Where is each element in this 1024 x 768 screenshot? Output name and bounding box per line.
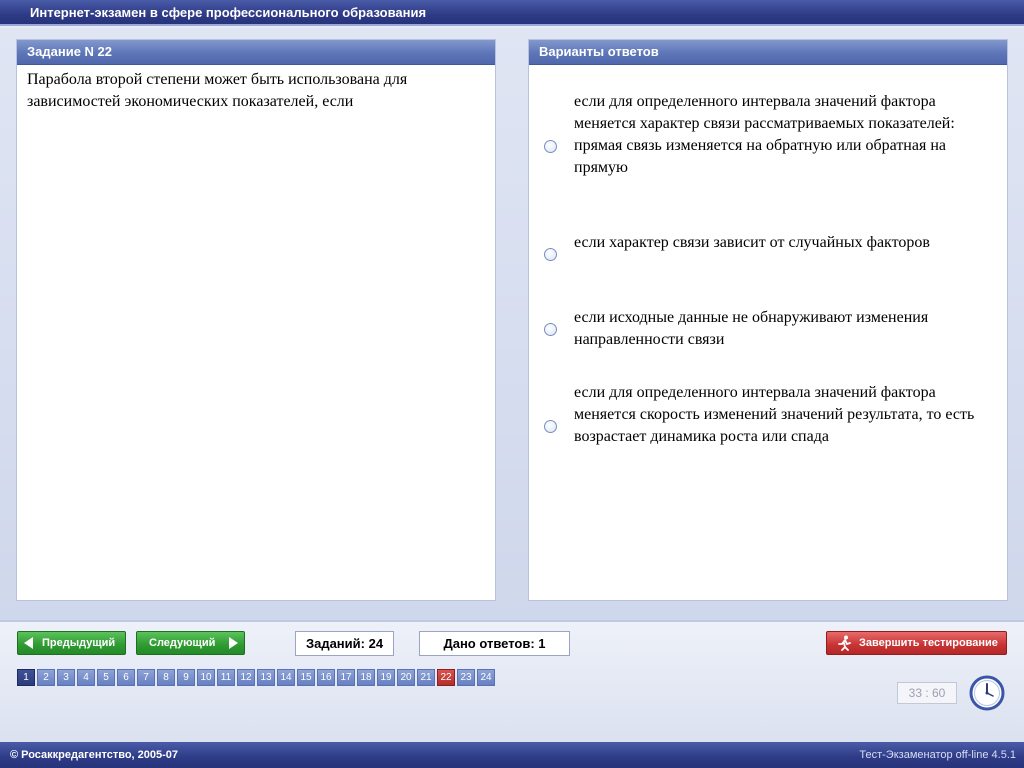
answers-header: Варианты ответов [529, 40, 1007, 65]
previous-button[interactable]: Предыдущий [17, 631, 126, 655]
page-button-1[interactable]: 1 [17, 669, 35, 686]
question-text: Парабола второй степени может быть испол… [27, 71, 408, 110]
page-button-24[interactable]: 24 [477, 669, 495, 686]
answer-text-3: если исходные данные не обнаруживают изм… [574, 309, 929, 348]
page-button-17[interactable]: 17 [337, 669, 355, 686]
page-button-11[interactable]: 11 [217, 669, 235, 686]
answer-option-1[interactable]: если для определенного интервала значени… [529, 91, 1007, 181]
answer-text-4: если для определенного интервала значени… [574, 384, 975, 445]
answer-option-3[interactable]: если исходные данные не обнаруживают изм… [529, 307, 1007, 353]
answer-option-4[interactable]: если для определенного интервала значени… [529, 382, 1007, 472]
answer-radio-3[interactable] [544, 323, 557, 336]
question-panel: Задание N 22 Парабола второй степени мож… [17, 40, 495, 600]
page-button-8[interactable]: 8 [157, 669, 175, 686]
page-button-2[interactable]: 2 [37, 669, 55, 686]
page-button-16[interactable]: 16 [317, 669, 335, 686]
clock-icon [969, 675, 1005, 711]
page-button-7[interactable]: 7 [137, 669, 155, 686]
finish-test-label: Завершить тестирование [859, 637, 998, 649]
version-text: Тест-Экзаменатор off-line 4.5.1 [859, 749, 1016, 761]
answers-panel: Варианты ответов если для определенного … [529, 40, 1007, 600]
page-button-14[interactable]: 14 [277, 669, 295, 686]
page-button-10[interactable]: 10 [197, 669, 215, 686]
answer-radio-2[interactable] [544, 248, 557, 261]
page-button-20[interactable]: 20 [397, 669, 415, 686]
next-button-label: Следующий [149, 637, 216, 649]
total-tasks-counter: Заданий: 24 [295, 631, 394, 656]
page-button-5[interactable]: 5 [97, 669, 115, 686]
answer-text-1: если для определенного интервала значени… [574, 93, 955, 176]
answered-counter: Дано ответов: 1 [419, 631, 570, 656]
page-button-13[interactable]: 13 [257, 669, 275, 686]
answer-radio-1[interactable] [544, 140, 557, 153]
page-button-15[interactable]: 15 [297, 669, 315, 686]
next-button[interactable]: Следующий [136, 631, 245, 655]
page-button-9[interactable]: 9 [177, 669, 195, 686]
footer-bar: © Росаккредагентство, 2005-07 Тест-Экзам… [0, 742, 1024, 768]
arrow-left-icon [24, 637, 33, 649]
timer-display: 33 : 60 [897, 682, 957, 704]
page-button-22[interactable]: 22 [437, 669, 455, 686]
question-header: Задание N 22 [17, 40, 495, 65]
window-title: Интернет-экзамен в сфере профессионально… [30, 5, 427, 20]
page-button-3[interactable]: 3 [57, 669, 75, 686]
page-button-21[interactable]: 21 [417, 669, 435, 686]
copyright-text: © Росаккредагентство, 2005-07 [10, 749, 179, 761]
page-button-6[interactable]: 6 [117, 669, 135, 686]
previous-button-label: Предыдущий [42, 637, 116, 649]
page-button-18[interactable]: 18 [357, 669, 375, 686]
page-button-4[interactable]: 4 [77, 669, 95, 686]
window-title-bar: Интернет-экзамен в сфере профессионально… [0, 0, 1024, 26]
answer-option-2[interactable]: если характер связи зависит от случайных… [529, 232, 1007, 278]
page-button-12[interactable]: 12 [237, 669, 255, 686]
answer-radio-4[interactable] [544, 420, 557, 433]
page-button-23[interactable]: 23 [457, 669, 475, 686]
arrow-right-icon [229, 637, 238, 649]
page-button-19[interactable]: 19 [377, 669, 395, 686]
finish-test-button[interactable]: Завершить тестирование [826, 631, 1007, 655]
answer-text-2: если характер связи зависит от случайных… [574, 234, 930, 251]
running-man-icon [838, 635, 851, 651]
